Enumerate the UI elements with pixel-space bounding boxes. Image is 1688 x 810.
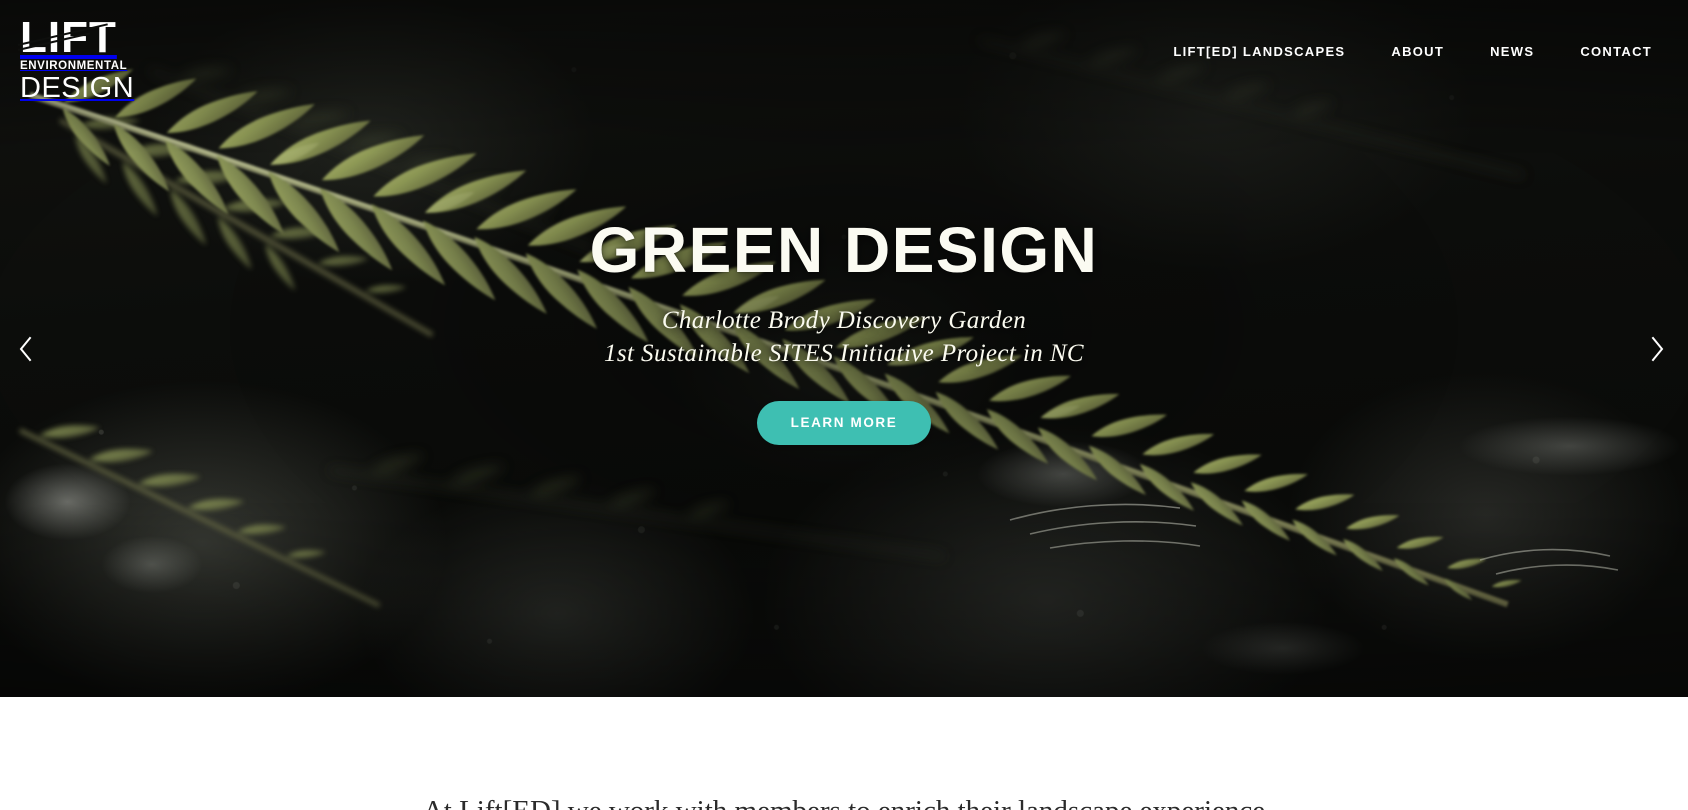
- nav-item-contact[interactable]: CONTACT: [1580, 44, 1652, 59]
- site-header: LIFT ENVIRONMENTAL DESIGN LIFT[ED] LANDS…: [0, 0, 1688, 104]
- logo-environmental-text: ENVIRONMENTAL: [20, 60, 128, 73]
- hero-subtitle-line-1: Charlotte Brody Discovery Garden: [661, 307, 1027, 334]
- nav-item-news[interactable]: NEWS: [1490, 44, 1534, 59]
- carousel-next-button[interactable]: [1634, 326, 1680, 372]
- logo-lift-text: LIFT: [17, 16, 138, 60]
- hero-content: GREEN DESIGN Charlotte Brody Discovery G…: [0, 0, 1688, 697]
- learn-more-button[interactable]: LEARN MORE: [756, 400, 932, 445]
- logo-design-text: DESIGN: [20, 72, 135, 105]
- hero-subtitle: Charlotte Brody Discovery Garden 1st Sus…: [604, 304, 1084, 371]
- intro-paragraph: At Lift[ED] we work with members to enri…: [264, 789, 1424, 810]
- carousel-prev-button[interactable]: [2, 326, 48, 372]
- hero-title: GREEN DESIGN: [589, 214, 1099, 286]
- chevron-left-icon: [19, 336, 31, 362]
- chevron-right-icon: [1651, 336, 1663, 362]
- page-root: LIFT ENVIRONMENTAL DESIGN LIFT[ED] LANDS…: [0, 0, 1688, 810]
- nav-item-about[interactable]: ABOUT: [1391, 44, 1444, 59]
- intro-section: At Lift[ED] we work with members to enri…: [0, 697, 1688, 810]
- hero-subtitle-line-2: 1st Sustainable SITES Initiative Project…: [604, 340, 1084, 368]
- nav-item-lifted-landscapes[interactable]: LIFT[ED] LANDSCAPES: [1173, 44, 1345, 59]
- hero-slider: LIFT ENVIRONMENTAL DESIGN LIFT[ED] LANDS…: [0, 0, 1688, 697]
- site-logo[interactable]: LIFT ENVIRONMENTAL DESIGN: [17, 16, 138, 105]
- main-navigation: LIFT[ED] LANDSCAPES ABOUT NEWS CONTACT: [1173, 44, 1652, 59]
